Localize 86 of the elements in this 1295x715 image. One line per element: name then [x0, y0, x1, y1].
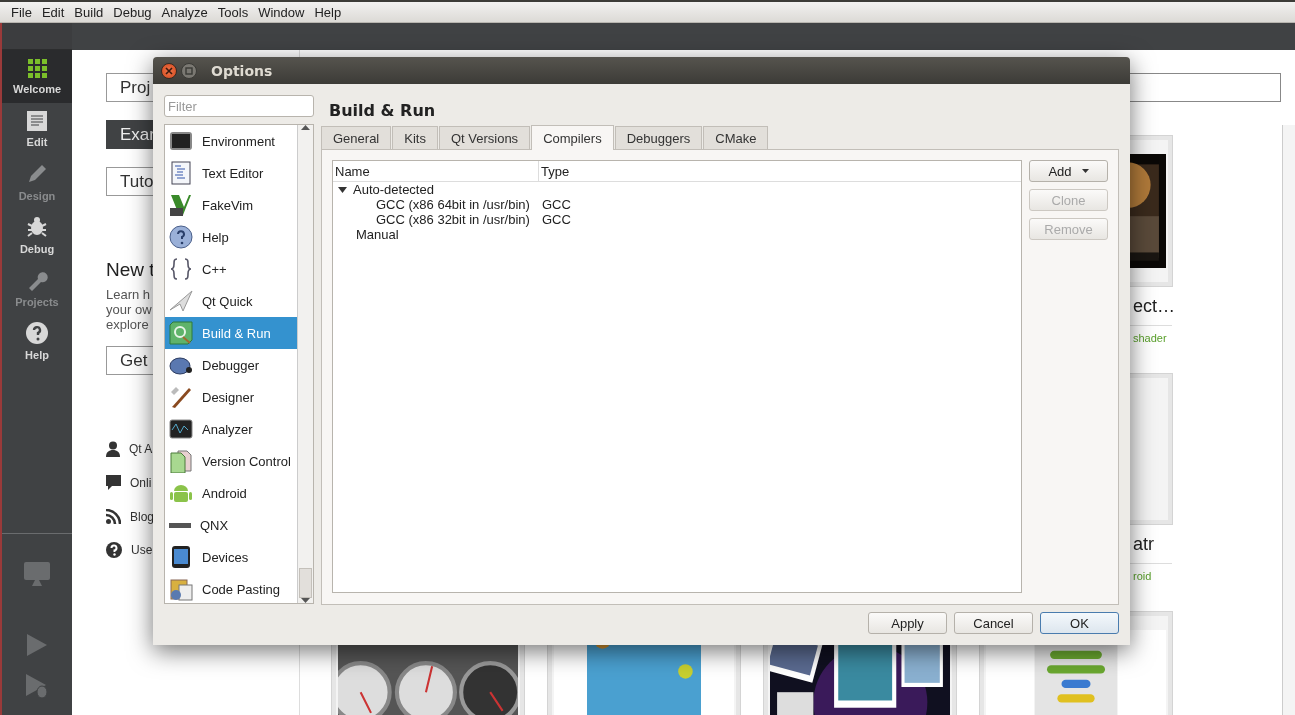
mode-button[interactable]: Edit [2, 103, 72, 156]
category-item[interactable]: Devices [165, 541, 297, 573]
menu-item[interactable]: Tools [212, 4, 254, 20]
expand-arrow-icon[interactable] [338, 185, 347, 194]
category-item[interactable]: Debugger [165, 349, 297, 381]
column-header[interactable]: Name [333, 161, 539, 181]
scrollbar[interactable] [297, 125, 313, 603]
debug-run-icon [25, 673, 49, 699]
menu-item[interactable]: Help [309, 4, 347, 20]
oscilloscope-icon [169, 417, 193, 441]
document-icon [169, 161, 193, 185]
window-title: Options [211, 62, 273, 79]
clipboard-icon [169, 577, 193, 601]
menu-item[interactable]: Window [253, 4, 310, 20]
example-title[interactable]: atr [1133, 534, 1172, 555]
mode-button[interactable]: Debug [2, 209, 72, 262]
tree-item[interactable]: Manual [356, 227, 399, 242]
column-header[interactable]: Type [539, 161, 1021, 181]
tab[interactable]: Compilers [531, 125, 614, 150]
link[interactable]: Onli [130, 476, 152, 490]
speech-bubble-icon [106, 475, 121, 491]
category-item[interactable]: Environment [165, 125, 297, 157]
help-icon [26, 322, 48, 344]
page-heading: Build & Run [328, 99, 437, 122]
category-item[interactable]: QNX [165, 509, 297, 541]
link[interactable]: Qt A [129, 442, 153, 456]
filter-field[interactable]: Filter [164, 95, 314, 117]
run-icon [26, 633, 48, 657]
tree-item[interactable]: GCC (x86 64bit in /usr/bin) [376, 197, 530, 212]
tab[interactable]: Kits [392, 126, 438, 149]
down-arrow-icon [301, 598, 310, 603]
pencil-icon [26, 163, 48, 185]
category-item[interactable]: Help [165, 221, 297, 253]
tab[interactable]: CMake [703, 126, 769, 149]
menu-item[interactable]: File [6, 4, 37, 20]
up-arrow-icon [301, 125, 310, 130]
category-item[interactable]: Designer [165, 381, 297, 413]
tree-cell-text: GCC [541, 212, 571, 227]
intro-text: Learn h your ow explore [106, 287, 152, 332]
monitor-icon [23, 561, 51, 587]
mode-button[interactable]: Welcome [2, 50, 72, 103]
braces-icon [169, 257, 193, 281]
category-item[interactable]: FakeVim [165, 189, 297, 221]
menu-item[interactable]: Analyze [156, 4, 213, 20]
tree-cell-text: GCC [541, 197, 571, 212]
tab[interactable]: Debuggers [614, 126, 703, 149]
minimize-button[interactable] [181, 62, 197, 79]
category-item[interactable]: Qt Quick [165, 285, 297, 317]
tab[interactable]: Qt Versions [438, 126, 531, 149]
category-item[interactable]: C++ [165, 253, 297, 285]
tablet-icon [169, 545, 193, 569]
help-icon [169, 225, 193, 249]
tab[interactable]: General [321, 126, 392, 149]
grid-icon [27, 58, 47, 78]
menu-item[interactable]: Debug [108, 4, 157, 20]
document-icon [169, 449, 193, 473]
link[interactable]: Use [131, 543, 153, 557]
dialog-button[interactable]: Apply [868, 612, 947, 634]
category-item[interactable]: Code Pasting [165, 573, 297, 603]
person-icon [106, 441, 120, 457]
example-title[interactable]: ect… [1133, 296, 1172, 317]
close-button[interactable] [161, 62, 177, 79]
menu-item[interactable]: Edit [36, 4, 70, 20]
category-item[interactable]: Version Control [165, 445, 297, 477]
caret-icon [1081, 169, 1089, 173]
document-icon [27, 111, 47, 131]
close-icon [165, 66, 173, 75]
category-item[interactable]: Android [165, 477, 297, 509]
link[interactable]: Blog [130, 509, 155, 524]
mode-button[interactable]: Help [2, 315, 72, 368]
scrollbar[interactable] [1282, 125, 1295, 715]
action-button[interactable]: Add [1029, 160, 1108, 182]
scroll-thumb[interactable] [299, 568, 312, 598]
category-item[interactable]: Text Editor [165, 157, 297, 189]
monitor-icon [169, 129, 193, 153]
dialog-button[interactable]: OK [1040, 612, 1119, 634]
dialog-button[interactable]: Cancel [954, 612, 1033, 634]
menu-item[interactable]: Build [69, 4, 109, 20]
brush-icon [169, 385, 193, 409]
tree-item[interactable]: GCC (x86 32bit in /usr/bin) [376, 212, 530, 227]
rss-icon [106, 509, 121, 524]
paper-plane-icon [169, 289, 193, 313]
help-icon [106, 542, 122, 558]
category-item[interactable]: Analyzer [165, 413, 297, 445]
tree-item[interactable]: Auto-detected [353, 182, 434, 197]
square-icon [185, 66, 193, 75]
